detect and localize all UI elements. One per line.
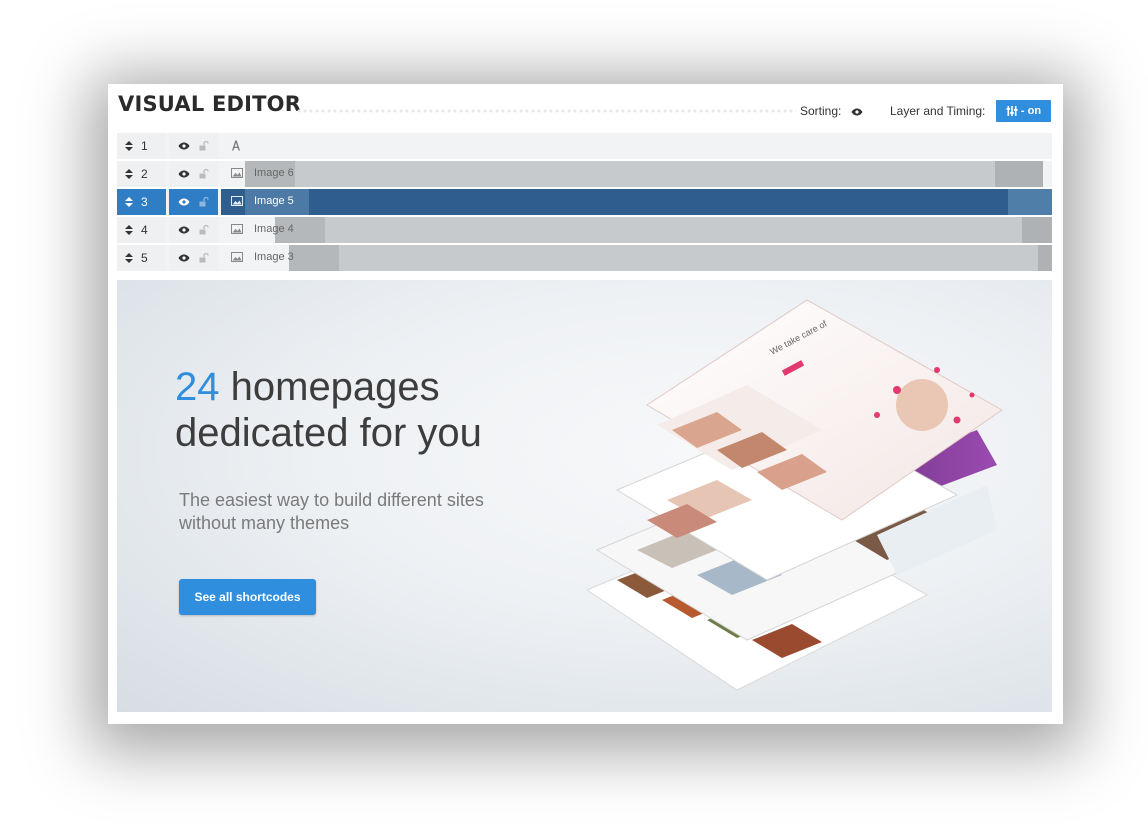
- sort-arrows-icon: [125, 253, 133, 263]
- subtitle-line-1: The easiest way to build different sites: [179, 490, 484, 510]
- layer-row[interactable]: 1: [117, 133, 1052, 159]
- timeline-start-segment[interactable]: [289, 245, 339, 271]
- eye-icon[interactable]: [178, 226, 190, 234]
- layer-number: 2: [141, 167, 148, 181]
- layer-timeline-bar[interactable]: [275, 217, 1052, 243]
- layer-name-cell[interactable]: Image 4: [221, 217, 1052, 243]
- layer-sort-handle[interactable]: 3: [117, 189, 166, 215]
- toggle-state-label: - on: [1020, 105, 1042, 117]
- layer-sort-handle[interactable]: 1: [117, 133, 166, 159]
- layer-name: Image 4: [254, 223, 294, 235]
- slide-headline[interactable]: 24 homepages dedicated for you: [175, 364, 482, 456]
- sort-arrows-icon: [125, 197, 133, 207]
- unlock-icon[interactable]: [199, 225, 209, 235]
- layer-number: 4: [141, 223, 148, 237]
- text-type-icon: [232, 140, 240, 151]
- timeline-end-segment[interactable]: [995, 161, 1043, 187]
- layer-sort-handle[interactable]: 4: [117, 217, 166, 243]
- sort-arrows-icon: [125, 225, 133, 235]
- headline-text: homepages: [230, 365, 440, 409]
- image-type-icon: [231, 196, 243, 206]
- layer-list: 1 2 Image 6 3 Image 5 4 Image 4 5 Image …: [117, 133, 1052, 273]
- slide-subtitle[interactable]: The easiest way to build different sites…: [179, 489, 484, 535]
- sort-arrows-icon: [125, 169, 133, 179]
- layer-timeline-bar[interactable]: [289, 245, 1052, 271]
- layer-timing-label: Layer and Timing:: [890, 104, 986, 118]
- unlock-icon[interactable]: [199, 197, 209, 207]
- eye-icon[interactable]: [178, 142, 190, 150]
- unlock-icon[interactable]: [199, 169, 209, 179]
- layer-name-cell[interactable]: [221, 133, 1052, 159]
- layer-timing-toggle-button[interactable]: - on: [996, 100, 1051, 122]
- slide-preview-canvas[interactable]: 24 homepages dedicated for you The easie…: [117, 280, 1052, 712]
- layer-timeline-bar[interactable]: [245, 189, 1052, 215]
- see-all-shortcodes-button[interactable]: See all shortcodes: [179, 579, 316, 615]
- timeline-end-segment[interactable]: [1038, 245, 1052, 271]
- layer-row-selected[interactable]: 3 Image 5: [117, 189, 1052, 215]
- image-type-icon: [231, 252, 243, 262]
- sorting-control[interactable]: Sorting:: [800, 104, 863, 119]
- headline-line-2: dedicated for you: [175, 411, 482, 455]
- layer-timeline-bar[interactable]: [245, 161, 1043, 187]
- eye-icon[interactable]: [178, 170, 190, 178]
- layer-row[interactable]: 5 Image 3: [117, 245, 1052, 271]
- sliders-icon: [1006, 105, 1018, 117]
- layer-name-cell[interactable]: Image 3: [221, 245, 1052, 271]
- subtitle-line-2: without many themes: [179, 513, 350, 533]
- layer-name: Image 3: [254, 251, 294, 263]
- layer-row[interactable]: 2 Image 6: [117, 161, 1052, 187]
- sort-arrows-icon: [125, 141, 133, 151]
- layer-visibility-controls: [169, 161, 218, 187]
- layer-sort-handle[interactable]: 2: [117, 161, 166, 187]
- layer-number: 3: [141, 195, 148, 209]
- eye-icon[interactable]: [178, 198, 190, 206]
- visual-editor-panel: VISUAL EDITOR Sorting: Layer and Timing:…: [108, 84, 1063, 724]
- layer-name: Image 6: [254, 167, 294, 179]
- timeline-end-segment[interactable]: [1022, 217, 1052, 243]
- layer-name: Image 5: [254, 195, 294, 207]
- eye-icon[interactable]: [851, 105, 863, 119]
- layer-visibility-controls: [169, 245, 218, 271]
- eye-icon[interactable]: [178, 254, 190, 262]
- unlock-icon[interactable]: [199, 253, 209, 263]
- image-type-icon: [231, 224, 243, 234]
- layer-visibility-controls: [169, 217, 218, 243]
- stacked-homepage-mockups-image[interactable]: We take care of: [577, 290, 1047, 710]
- sorting-label: Sorting:: [800, 104, 842, 118]
- layer-name-cell[interactable]: Image 6: [221, 161, 1052, 187]
- layer-row[interactable]: 4 Image 4: [117, 217, 1052, 243]
- unlock-icon[interactable]: [199, 141, 209, 151]
- layer-visibility-controls: [169, 133, 218, 159]
- layer-visibility-controls: [169, 189, 218, 215]
- panel-title: VISUAL EDITOR: [118, 92, 302, 116]
- title-dotted-divider: [296, 108, 796, 114]
- layer-sort-handle[interactable]: 5: [117, 245, 166, 271]
- image-type-icon: [231, 168, 243, 178]
- timeline-end-segment[interactable]: [1008, 189, 1052, 215]
- headline-number: 24: [175, 365, 220, 409]
- layer-number: 1: [141, 139, 148, 153]
- layer-name-cell[interactable]: Image 5: [221, 189, 1052, 215]
- layer-number: 5: [141, 251, 148, 265]
